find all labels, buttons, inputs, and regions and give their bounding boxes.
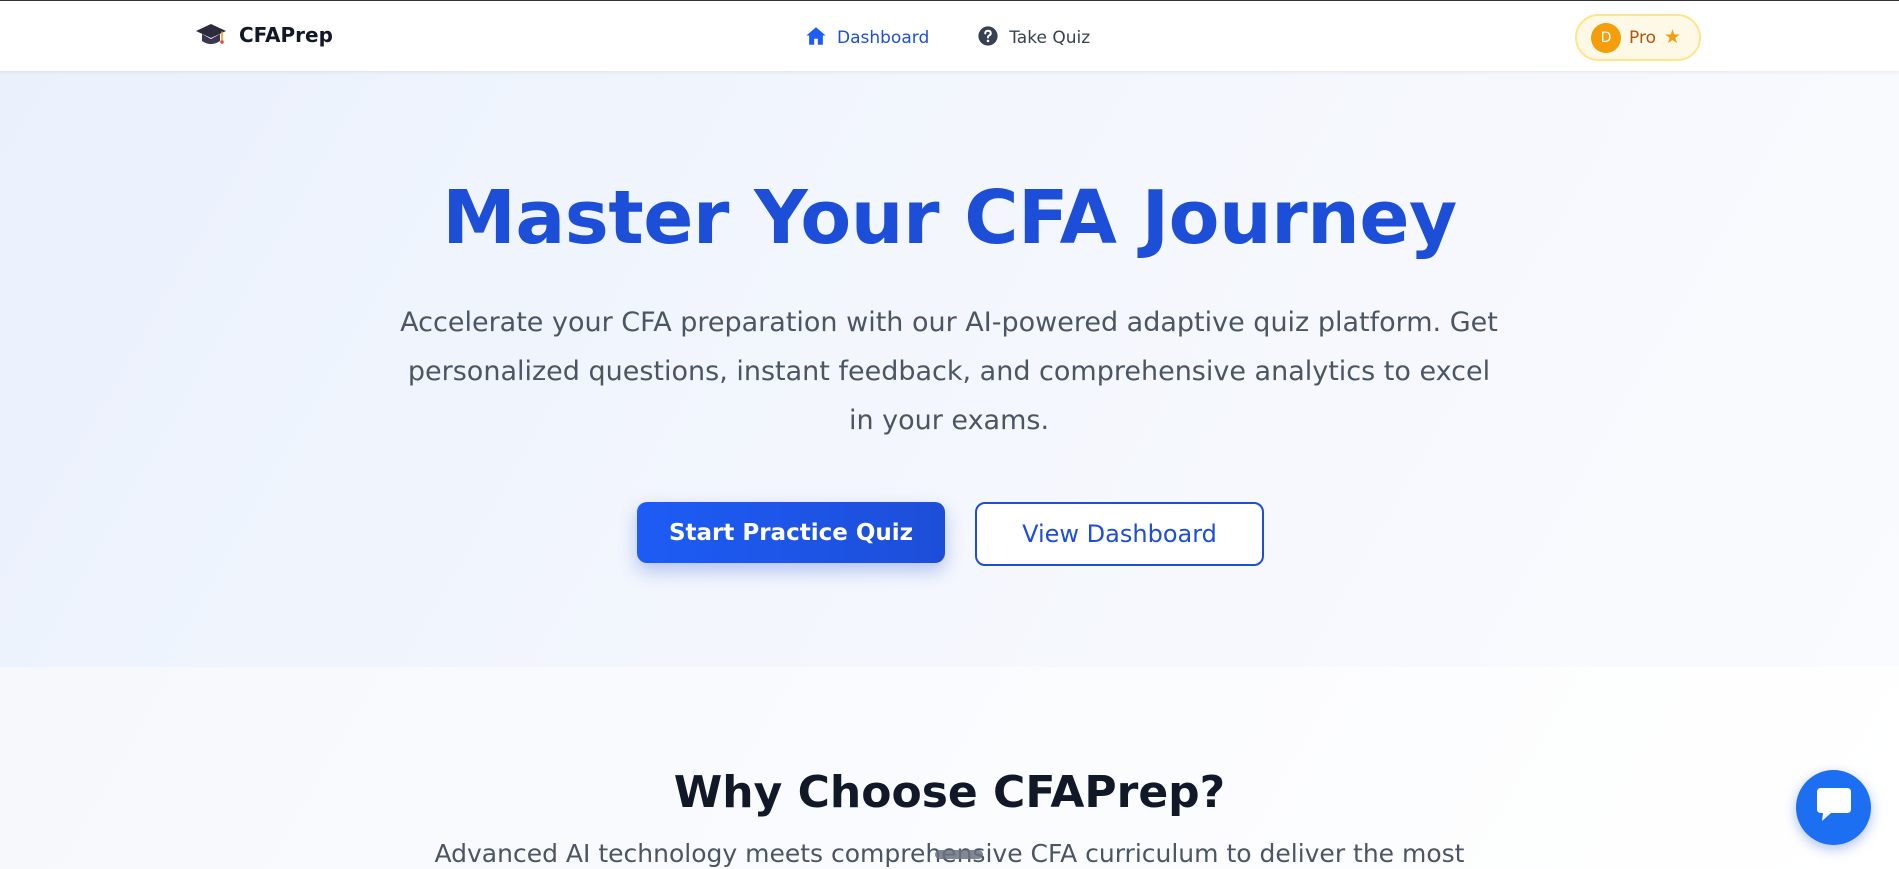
pro-label: Pro [1629, 27, 1656, 48]
chat-button[interactable] [1796, 770, 1871, 845]
chat-bubble-icon [1813, 785, 1855, 830]
nav-link-take-quiz[interactable]: Take Quiz [977, 25, 1090, 52]
hero-subtitle: Accelerate your CFA preparation with our… [400, 307, 1498, 436]
brand[interactable]: CFAPrep [195, 15, 333, 55]
scroll-indicator[interactable] [935, 850, 983, 859]
nav-link-dashboard-label: Dashboard [837, 28, 930, 48]
user-avatar: D [1591, 22, 1621, 53]
top-navbar: CFAPrep Dashboard Take Quiz D Pro ★ [0, 0, 1899, 71]
start-practice-quiz-button[interactable]: Start Practice Quiz [637, 502, 945, 563]
question-circle-icon [977, 25, 999, 52]
hero-title: Master Your CFA Journey [442, 175, 1457, 261]
features-section: Why Choose CFAPrep? Advanced AI technolo… [0, 667, 1899, 869]
hero-section: Master Your CFA Journey Accelerate your … [0, 71, 1899, 667]
pro-badge[interactable]: D Pro ★ [1575, 14, 1701, 61]
nav-link-dashboard[interactable]: Dashboard [805, 25, 929, 52]
view-dashboard-button[interactable]: View Dashboard [975, 502, 1264, 566]
home-icon [805, 25, 827, 52]
star-icon: ★ [1663, 27, 1682, 48]
nav-link-take-quiz-label: Take Quiz [1009, 28, 1091, 48]
main-nav: Dashboard Take Quiz [805, 23, 1090, 53]
brand-name: CFAPrep [239, 23, 333, 47]
features-title: Why Choose CFAPrep? [673, 767, 1226, 818]
graduation-cap-icon [195, 19, 227, 51]
